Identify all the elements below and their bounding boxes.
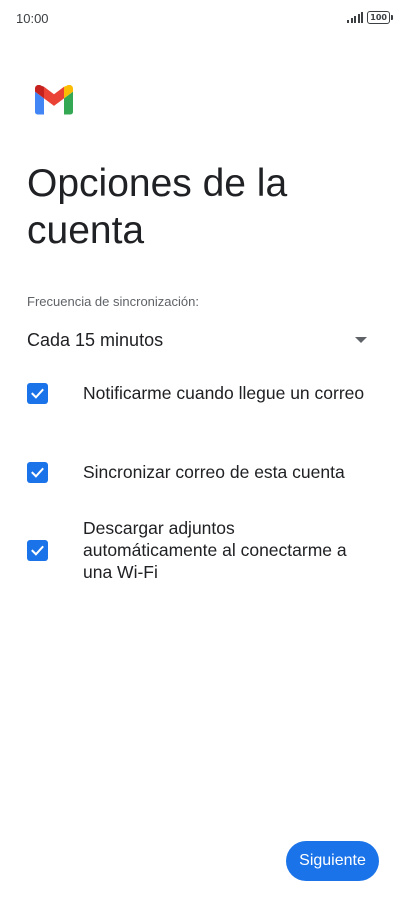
checkbox-checked-icon[interactable] bbox=[27, 539, 48, 561]
option-download-label: Descargar adjuntos automáticamente al co… bbox=[83, 518, 347, 582]
next-button[interactable]: Siguiente bbox=[286, 841, 379, 881]
option-download-checkbox[interactable]: Descargar adjuntos automáticamente al co… bbox=[27, 517, 371, 583]
signal-icon bbox=[347, 12, 364, 23]
option-notify-label: Notificarme cuando llegue un correo bbox=[83, 383, 365, 403]
checkmark-icon bbox=[31, 467, 44, 478]
status-time: 10:00 bbox=[16, 11, 49, 26]
status-icons: 100 bbox=[347, 11, 393, 24]
checkbox-checked-icon[interactable] bbox=[27, 382, 48, 404]
option-notify-checkbox[interactable]: Notificarme cuando llegue un correo bbox=[27, 382, 371, 404]
sync-frequency-dropdown[interactable]: Cada 15 minutos bbox=[27, 323, 371, 357]
sync-frequency-label: Frecuencia de sincronización: bbox=[27, 294, 199, 309]
battery-icon: 100 bbox=[367, 11, 393, 24]
checkbox-checked-icon[interactable] bbox=[27, 461, 48, 483]
checkmark-icon bbox=[31, 388, 44, 399]
status-bar: 10:00 100 bbox=[0, 0, 406, 38]
option-sync-checkbox[interactable]: Sincronizar correo de esta cuenta bbox=[27, 461, 371, 483]
page-title: Opciones de la cuenta bbox=[27, 162, 288, 252]
sync-frequency-value: Cada 15 minutos bbox=[27, 329, 164, 350]
dropdown-arrow-icon bbox=[355, 337, 367, 343]
gmail-logo bbox=[35, 85, 73, 115]
checkmark-icon bbox=[31, 545, 44, 556]
option-sync-label: Sincronizar correo de esta cuenta bbox=[83, 462, 345, 482]
